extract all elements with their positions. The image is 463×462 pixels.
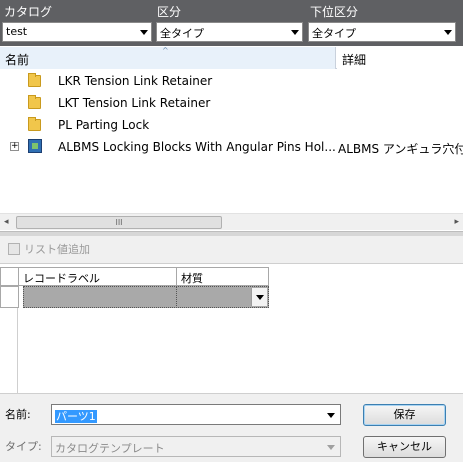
subcategory-select[interactable]: 全タイプ <box>308 22 456 42</box>
filter-bar: カタログ 区分 下位区分 test 全タイプ 全タイプ <box>0 0 463 46</box>
footer: 名前: パーツ1 保存 タイプ: カタログテンプレート キャンセル <box>0 393 463 462</box>
toolbar: リスト値追加 <box>0 236 463 263</box>
scrollbar-thumb[interactable]: III <box>16 216 222 229</box>
subcategory-select-value: 全タイプ <box>312 27 356 40</box>
tree-item-label: ALBMS Locking Blocks With Angular Pins H… <box>58 140 336 154</box>
type-label: タイプ: <box>5 440 42 453</box>
cancel-button[interactable]: キャンセル <box>363 436 446 458</box>
chevron-down-icon <box>291 30 299 35</box>
category-select[interactable]: 全タイプ <box>156 22 303 42</box>
material-cell[interactable] <box>176 286 269 308</box>
sort-ascending-icon: ^ <box>162 46 169 55</box>
type-field-value: カタログテンプレート <box>55 442 165 455</box>
tree-item-albms[interactable]: + ALBMS Locking Blocks With Angular Pins… <box>0 136 463 158</box>
chevron-down-icon <box>327 445 335 450</box>
list-header: ^ 名前 詳細 <box>0 46 463 69</box>
name-label: 名前: <box>5 408 31 421</box>
chevron-down-icon[interactable] <box>327 413 335 418</box>
type-field: カタログテンプレート <box>51 436 341 457</box>
row-header-column <box>0 308 18 394</box>
grid-column-record-label[interactable]: レコードラベル <box>18 267 177 286</box>
chevron-down-icon[interactable] <box>251 288 267 306</box>
tree-item-label: LKT Tension Link Retainer <box>58 96 211 110</box>
tree-item-lkt[interactable]: LKT Tension Link Retainer <box>0 92 463 114</box>
property-grid: レコードラベル 材質 <box>0 263 463 394</box>
scroll-left-icon[interactable]: ◂ <box>4 217 9 227</box>
tree-item-pl[interactable]: PL Parting Lock <box>0 114 463 136</box>
catalog-select[interactable]: test <box>2 22 152 42</box>
part-icon <box>28 139 42 153</box>
category-select-value: 全タイプ <box>160 27 204 40</box>
add-list-value-label: リスト値追加 <box>24 243 90 256</box>
catalog-label: カタログ <box>4 5 53 19</box>
horizontal-scrollbar[interactable]: ◂ III ▸ <box>0 213 463 230</box>
save-button[interactable]: 保存 <box>363 404 446 426</box>
chevron-down-icon <box>140 30 148 35</box>
add-row-icon <box>8 243 20 255</box>
catalog-select-value: test <box>6 25 28 38</box>
tree-item-detail: ALBMS アンギュラ穴付ロック <box>338 142 463 156</box>
name-field[interactable]: パーツ1 <box>51 404 341 425</box>
column-header-name-label: 名前 <box>5 53 30 67</box>
column-header-detail[interactable]: 詳細 <box>337 47 463 69</box>
folder-icon <box>28 117 41 131</box>
chevron-down-icon <box>444 30 452 35</box>
add-list-value-button[interactable]: リスト値追加 <box>8 241 90 258</box>
name-field-value: パーツ1 <box>55 410 97 423</box>
folder-icon <box>28 73 41 87</box>
tree-item-label: LKR Tension Link Retainer <box>58 74 213 88</box>
column-header-detail-label: 詳細 <box>342 53 367 67</box>
grid-column-material[interactable]: 材質 <box>176 267 269 286</box>
category-label: 区分 <box>157 5 182 19</box>
grid-corner <box>0 267 19 286</box>
expand-plus-icon[interactable]: + <box>10 142 19 151</box>
scroll-right-icon[interactable]: ▸ <box>454 217 459 227</box>
column-header-name[interactable]: ^ 名前 <box>0 46 336 69</box>
subcategory-label: 下位区分 <box>310 5 359 19</box>
tree-item-label: PL Parting Lock <box>58 118 150 132</box>
tree-item-lkr[interactable]: LKR Tension Link Retainer <box>0 70 463 92</box>
row-header[interactable] <box>0 286 19 308</box>
record-label-cell[interactable] <box>23 286 177 308</box>
folder-icon <box>28 95 41 109</box>
